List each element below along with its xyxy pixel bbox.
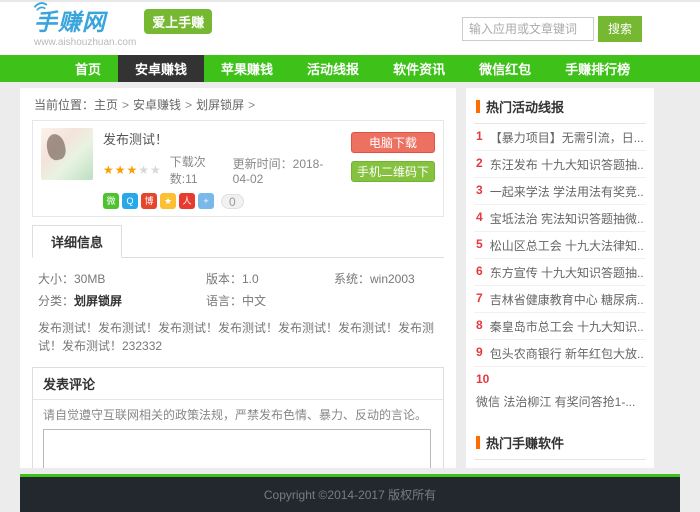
hot-news-item[interactable]: 2 东汪发布 十九大知识答题抽... bbox=[474, 151, 646, 178]
hot-news-item[interactable]: 7 吉林省健康教育中心 糖尿病... bbox=[474, 286, 646, 313]
news-rank: 6 bbox=[476, 264, 483, 278]
hot-app-item[interactable]: 发布测试！ ★★★★★ 发布测试！ bbox=[474, 460, 646, 468]
app-detail-grid: 大小：30MB 版本：1.0 系统：win2003 分类：划屏锁屏 语言：中文 bbox=[32, 258, 444, 313]
nav-item[interactable]: 微信红包 bbox=[462, 55, 548, 82]
hot-news-item[interactable]: 9 包头农商银行 新年红包大放... bbox=[474, 340, 646, 367]
comment-textarea[interactable] bbox=[43, 429, 431, 468]
breadcrumb-label: 当前位置： bbox=[34, 98, 95, 112]
news-rank: 1 bbox=[476, 129, 483, 143]
share-icon[interactable]: ★ bbox=[160, 193, 176, 209]
comment-box-title: 发表评论 bbox=[33, 368, 443, 400]
category-link[interactable]: 划屏锁屏 bbox=[74, 294, 122, 308]
site-footer: Copyright ©2014-2017 版权所有 bbox=[0, 474, 700, 512]
news-text: 东方宣传 十九大知识答题抽... bbox=[489, 266, 644, 280]
news-rank: 2 bbox=[476, 156, 483, 170]
news-text: 宝坻法治 宪法知识答题抽微... bbox=[489, 212, 644, 226]
site-url: www.aishouzhuan.com bbox=[34, 37, 137, 48]
app-meta: 发布测试！ ★★★★★ 下载次数:11 更新时间：2018-04-02 微 Q bbox=[93, 128, 347, 209]
app-description: 发布测试！发布测试！发布测试！发布测试！发布测试！发布测试！发布测试！发布测试！… bbox=[38, 321, 435, 353]
news-text: 吉林省健康教育中心 糖尿病... bbox=[489, 293, 644, 307]
news-text: 【暴力项目】无需引流，日... bbox=[489, 131, 644, 145]
accent-bar bbox=[476, 100, 480, 113]
logo-slogan-badge: 爱上手赚 bbox=[144, 9, 213, 34]
search-area: 搜索 bbox=[462, 15, 680, 42]
search-input[interactable] bbox=[462, 16, 594, 41]
detail-tab-strip: 详细信息 bbox=[32, 225, 444, 258]
nav-item[interactable]: 手赚排行榜 bbox=[548, 55, 647, 82]
news-text: 秦皇岛市总工会 十九大知识... bbox=[489, 320, 644, 334]
share-icon[interactable]: 微 bbox=[103, 193, 119, 209]
news-text: 松山区总工会 十九大法律知... bbox=[489, 239, 644, 253]
news-text: 微信 法治柳江 有奖问答抢1-... bbox=[476, 395, 636, 409]
hot-apps-list: 发布测试！ ★★★★★ 发布测试！ 趣闻 趣闻天下 ★★★★★ 安卓手机文章分享… bbox=[474, 460, 646, 468]
nav-item[interactable]: 安卓赚钱 bbox=[118, 55, 205, 82]
nav-item[interactable]: 苹果赚钱 bbox=[204, 55, 290, 82]
pc-download-button[interactable]: 电脑下载 bbox=[351, 132, 435, 153]
detail-language: 语言：中文 bbox=[206, 294, 267, 308]
sidebar: 热门活动线报 1 【暴力项目】无需引流，日... 2 东汪发布 十九大知识答题抽… bbox=[466, 88, 654, 468]
site-header: 手赚网 www.aishouzhuan.com 爱上手赚 搜索 bbox=[0, 0, 700, 55]
share-icon[interactable]: 博 bbox=[141, 193, 157, 209]
hot-news-item[interactable]: 4 宝坻法治 宪法知识答题抽微... bbox=[474, 205, 646, 232]
detail-version: 版本：1.0 bbox=[206, 272, 259, 286]
share-row: 微 Q 博 ★ 人 + 0 bbox=[103, 193, 337, 209]
main-column: 当前位置：主页 > 安卓赚钱 > 划屏锁屏 > 发布测试！ ★★★★★ 下载次数:11 更… bbox=[20, 88, 456, 468]
hot-news-item[interactable]: 5 松山区总工会 十九大法律知... bbox=[474, 232, 646, 259]
news-rank: 8 bbox=[476, 318, 483, 332]
share-icon[interactable]: 人 bbox=[179, 193, 195, 209]
logo[interactable]: 手赚网 www.aishouzhuan.com 爱上手赚 bbox=[20, 2, 213, 48]
news-rank: 7 bbox=[476, 291, 483, 305]
hot-apps-title: 热门手赚软件 bbox=[486, 436, 565, 451]
news-text: 一起来学法 学法用法有奖竞... bbox=[489, 185, 644, 199]
hot-news-item[interactable]: 8 秦皇岛市总工会 十九大知识... bbox=[474, 313, 646, 340]
app-thumbnail-photo bbox=[41, 128, 93, 180]
app-rating-stars: ★★★★★ bbox=[103, 163, 162, 177]
detail-category: 分类：划屏锁屏 bbox=[38, 294, 123, 308]
hot-news-item[interactable]: 10 微信 法治柳江 有奖问答抢1-... bbox=[474, 367, 646, 414]
news-text: 包头农商银行 新年红包大放... bbox=[489, 347, 644, 361]
hot-news-item[interactable]: 6 东方宣传 十九大知识答题抽... bbox=[474, 259, 646, 286]
breadcrumb-link[interactable]: 安卓赚钱 bbox=[133, 98, 181, 112]
qrcode-download-button[interactable]: 手机二维码下 bbox=[351, 161, 435, 182]
detail-system: 系统：win2003 bbox=[334, 272, 415, 286]
breadcrumb-link[interactable]: 划屏锁屏 bbox=[196, 98, 244, 112]
comment-policy-notice: 请自觉遵守互联网相关的政策法规，严禁发布色情、暴力、反动的言论。 bbox=[43, 408, 428, 422]
news-rank: 5 bbox=[476, 237, 483, 251]
detail-size: 大小：30MB bbox=[38, 272, 106, 286]
nav-item[interactable]: 软件资讯 bbox=[376, 55, 462, 82]
main-nav: 首页 安卓赚钱 苹果赚钱 活动线报 软件资讯 微信红包 手赚排行榜 bbox=[0, 55, 700, 82]
news-rank: 3 bbox=[476, 183, 483, 197]
copyright-text: Copyright ©2014-2017 版权所有 bbox=[263, 488, 437, 502]
hot-news-item[interactable]: 3 一起来学法 学法用法有奖竞... bbox=[474, 178, 646, 205]
signal-icon bbox=[32, 0, 50, 16]
news-text: 东汪发布 十九大知识答题抽... bbox=[489, 158, 644, 172]
share-icon[interactable]: + bbox=[198, 193, 214, 209]
accent-bar bbox=[476, 436, 480, 449]
nav-item[interactable]: 首页 bbox=[58, 55, 118, 82]
news-rank: 9 bbox=[476, 345, 483, 359]
breadcrumb: 当前位置：主页 > 安卓赚钱 > 划屏锁屏 > bbox=[34, 98, 256, 112]
hot-apps-header: 热门手赚软件 bbox=[474, 424, 646, 460]
content-area: 当前位置：主页 > 安卓赚钱 > 划屏锁屏 > 发布测试！ ★★★★★ 下载次数:11 更… bbox=[0, 82, 700, 468]
hot-news-title: 热门活动线报 bbox=[486, 100, 565, 115]
update-time: 更新时间：2018-04-02 bbox=[232, 156, 324, 186]
hot-news-header: 热门活动线报 bbox=[474, 88, 646, 124]
breadcrumb-link[interactable]: 主页 bbox=[94, 98, 118, 112]
download-count: 下载次数:11 bbox=[169, 155, 206, 186]
nav-item[interactable]: 活动线报 bbox=[290, 55, 376, 82]
app-stats: ★★★★★ 下载次数:11 更新时间：2018-04-02 bbox=[103, 153, 337, 187]
app-title: 发布测试！ bbox=[103, 132, 169, 147]
tab-detail-info[interactable]: 详细信息 bbox=[32, 225, 123, 258]
app-info-box: 发布测试！ ★★★★★ 下载次数:11 更新时间：2018-04-02 微 Q bbox=[32, 120, 444, 217]
search-button[interactable]: 搜索 bbox=[598, 15, 642, 42]
hot-news-item[interactable]: 1 【暴力项目】无需引流，日... bbox=[474, 124, 646, 151]
news-rank: 4 bbox=[476, 210, 483, 224]
comment-box: 发表评论 请自觉遵守互联网相关的政策法规，严禁发布色情、暴力、反动的言论。 用户… bbox=[32, 367, 444, 468]
hot-news-list: 1 【暴力项目】无需引流，日... 2 东汪发布 十九大知识答题抽... 3 一… bbox=[474, 124, 646, 414]
share-icon[interactable]: Q bbox=[122, 193, 138, 209]
app-actions: 电脑下载 手机二维码下 bbox=[347, 128, 435, 209]
share-count-badge: 0 bbox=[221, 193, 244, 209]
news-rank: 10 bbox=[476, 372, 490, 386]
